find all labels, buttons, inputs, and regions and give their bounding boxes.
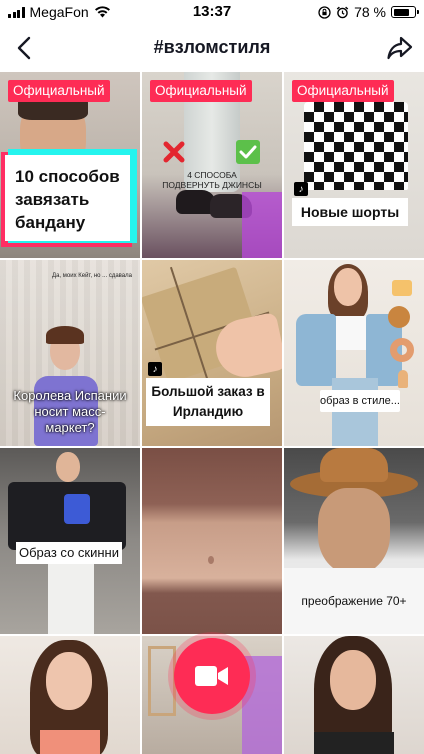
video-tile-parcel[interactable]: ♪ Большой заказ в Ирландию bbox=[142, 260, 282, 446]
nav-bar: #взломстиля bbox=[0, 24, 424, 72]
caption-text: преображение 70+ bbox=[301, 594, 407, 608]
video-tile-shorts[interactable]: Официальный ♪ Новые шорты bbox=[284, 72, 424, 258]
caption-text: 10 способов завязать бандану bbox=[15, 167, 120, 232]
caption-card: 10 способов завязать бандану bbox=[5, 155, 130, 241]
shelf bbox=[148, 646, 176, 716]
overlay-line-1: 4 СПОСОБА bbox=[187, 170, 237, 180]
overlay-text: 4 СПОСОБА ПОДВЕРНУТЬ ДЖИНСЫ bbox=[160, 170, 264, 190]
caption-text: образ в стиле... bbox=[320, 395, 400, 407]
cookie-sticker bbox=[388, 306, 410, 328]
tiktok-logo-icon: ♪ bbox=[294, 182, 308, 196]
caption-card: Большой заказ в Ирландию bbox=[146, 378, 270, 426]
official-badge: Официальный bbox=[8, 80, 110, 102]
caption-card: Образ со скинни bbox=[16, 542, 122, 564]
video-tile-row4-left[interactable] bbox=[0, 636, 140, 754]
caption-text: Большой заказ в Ирландию bbox=[151, 384, 265, 419]
video-tile-transform[interactable]: преображение 70+ bbox=[284, 448, 424, 634]
hat-crown bbox=[320, 448, 388, 482]
battery-percent: 78 % bbox=[354, 4, 386, 20]
top-text: Да, моих Кейт, но ... сдавала bbox=[52, 273, 132, 279]
donut-sticker bbox=[390, 338, 414, 362]
denim-jacket-left bbox=[296, 314, 336, 386]
video-tile-queen[interactable]: Да, моих Кейт, но ... сдавала Королева И… bbox=[0, 260, 140, 446]
white-jeans bbox=[48, 556, 94, 634]
coral-top bbox=[40, 730, 100, 754]
status-right: 78 % bbox=[318, 4, 419, 20]
person-face bbox=[46, 652, 92, 710]
video-tile-waist[interactable] bbox=[142, 448, 282, 634]
alarm-icon bbox=[336, 6, 349, 18]
person-head bbox=[334, 268, 362, 306]
white-top bbox=[332, 316, 370, 350]
caption-text: Образ со скинни bbox=[18, 545, 119, 560]
overlay-line-2: ПОДВЕРНУТЬ ДЖИНСЫ bbox=[162, 180, 262, 190]
jeans bbox=[332, 378, 378, 446]
person-face bbox=[330, 650, 376, 710]
floor-light bbox=[242, 192, 282, 258]
navel bbox=[208, 556, 214, 564]
caption-card: образ в стиле... bbox=[320, 390, 400, 412]
video-tile-skinny[interactable]: Образ со скинни bbox=[0, 448, 140, 634]
video-tile-bandana[interactable]: Официальный 10 способов завязать бандану bbox=[0, 72, 140, 258]
official-badge: Официальный bbox=[292, 80, 394, 102]
cake-sticker bbox=[392, 280, 412, 296]
print-graphic bbox=[64, 494, 90, 524]
video-camera-icon bbox=[195, 666, 228, 686]
tiktok-logo-icon: ♪ bbox=[148, 362, 162, 376]
person-face bbox=[318, 488, 390, 574]
record-video-button[interactable] bbox=[174, 638, 250, 714]
video-tile-jeans[interactable]: Официальный 4 СПОСОБА ПОДВЕРНУТЬ ДЖИНСЫ bbox=[142, 72, 282, 258]
video-tile-row4-right[interactable] bbox=[284, 636, 424, 754]
person-hair bbox=[46, 326, 84, 344]
video-tile-style[interactable]: образ в стиле... bbox=[284, 260, 424, 446]
status-bar: MegaFon 13:37 78 % bbox=[0, 0, 424, 24]
orientation-lock-icon bbox=[318, 5, 331, 19]
battery-icon bbox=[391, 6, 419, 18]
red-cross-icon bbox=[163, 141, 185, 163]
share-arrow-icon[interactable] bbox=[386, 34, 414, 62]
caption-text: Королева Испании носит масс-маркет? bbox=[13, 388, 127, 435]
official-badge: Официальный bbox=[150, 80, 252, 102]
green-check-icon bbox=[236, 140, 260, 164]
caption-text: Новые шорты bbox=[300, 204, 400, 220]
icecream-sticker bbox=[398, 370, 408, 388]
page-title: #взломстиля bbox=[153, 37, 271, 57]
checkered-shorts bbox=[304, 102, 408, 190]
caption-card: Новые шорты bbox=[292, 198, 408, 226]
black-top bbox=[314, 732, 394, 754]
person-head bbox=[56, 452, 80, 482]
